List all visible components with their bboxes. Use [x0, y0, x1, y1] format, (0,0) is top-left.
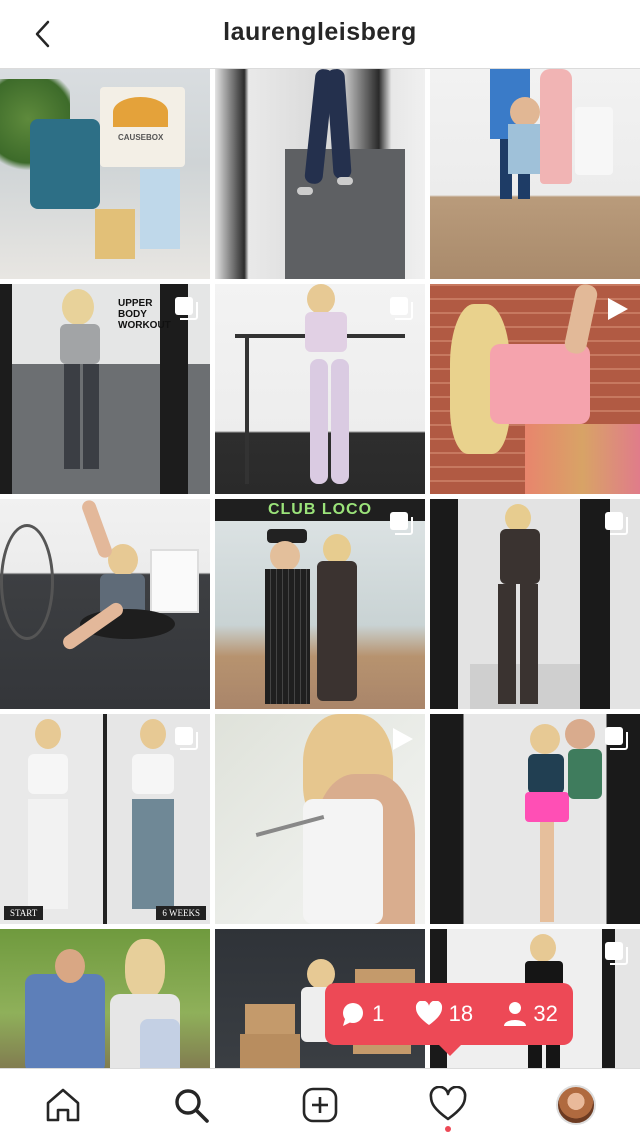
- heart-icon: [415, 1001, 442, 1025]
- nav-search[interactable]: [171, 1085, 211, 1125]
- profile-username: laurengleisberg: [223, 18, 417, 46]
- video-play-icon: [393, 728, 413, 750]
- carousel-icon: [605, 942, 628, 965]
- start-label: START: [4, 906, 44, 920]
- nav-activity[interactable]: [428, 1085, 468, 1125]
- upper-body-workout-text: UPPER BODY WORKOUT: [118, 298, 171, 331]
- causebox-text: CAUSEBOX: [118, 133, 164, 142]
- likes-count: 18: [415, 1001, 473, 1027]
- post-tile[interactable]: START 6 WEEKS: [0, 714, 210, 924]
- likes-value: 18: [448, 1001, 474, 1026]
- carousel-icon: [605, 727, 628, 750]
- carousel-icon: [390, 512, 413, 535]
- post-tile[interactable]: CAUSEBOX: [0, 69, 210, 279]
- post-tile[interactable]: [215, 69, 425, 279]
- comments-value: 1: [372, 1001, 385, 1026]
- activity-notification-bubble[interactable]: 1 18 32: [325, 983, 573, 1045]
- nav-home[interactable]: [43, 1085, 83, 1125]
- video-play-icon: [608, 298, 628, 320]
- activity-indicator-dot: [445, 1126, 451, 1132]
- six-weeks-label: 6 WEEKS: [156, 906, 206, 920]
- carousel-icon: [390, 297, 413, 320]
- followers-value: 32: [533, 1001, 558, 1026]
- carousel-icon: [605, 512, 628, 535]
- post-tile[interactable]: UPPER BODY WORKOUT: [0, 284, 210, 494]
- followers-count: 32: [503, 1001, 558, 1027]
- person-icon: [504, 1002, 527, 1026]
- post-tile[interactable]: [430, 714, 640, 924]
- activity-heart-icon: [429, 1086, 467, 1121]
- post-tile[interactable]: [215, 714, 425, 924]
- bottom-navigation: [0, 1068, 640, 1139]
- post-tile[interactable]: [0, 499, 210, 709]
- post-tile[interactable]: [430, 499, 640, 709]
- post-tile[interactable]: [430, 284, 640, 494]
- profile-header: laurengleisberg: [0, 0, 640, 69]
- carousel-icon: [175, 297, 198, 320]
- post-tile[interactable]: [430, 69, 640, 279]
- search-icon: [175, 1089, 209, 1123]
- post-tile[interactable]: [215, 284, 425, 494]
- post-grid: CAUSEBOX UPPER BODY WORKOUT CLUB LOCO ST…: [0, 69, 640, 1139]
- profile-avatar: [556, 1085, 596, 1125]
- comment-icon: [343, 1003, 364, 1026]
- comments-count: 1: [340, 1001, 384, 1027]
- nav-add-post[interactable]: [300, 1085, 340, 1125]
- notification-pointer: [438, 1044, 462, 1056]
- add-post-icon: [302, 1087, 338, 1123]
- nav-profile[interactable]: [556, 1085, 596, 1125]
- home-icon: [46, 1088, 80, 1122]
- carousel-icon: [175, 727, 198, 750]
- post-tile[interactable]: CLUB LOCO: [215, 499, 425, 709]
